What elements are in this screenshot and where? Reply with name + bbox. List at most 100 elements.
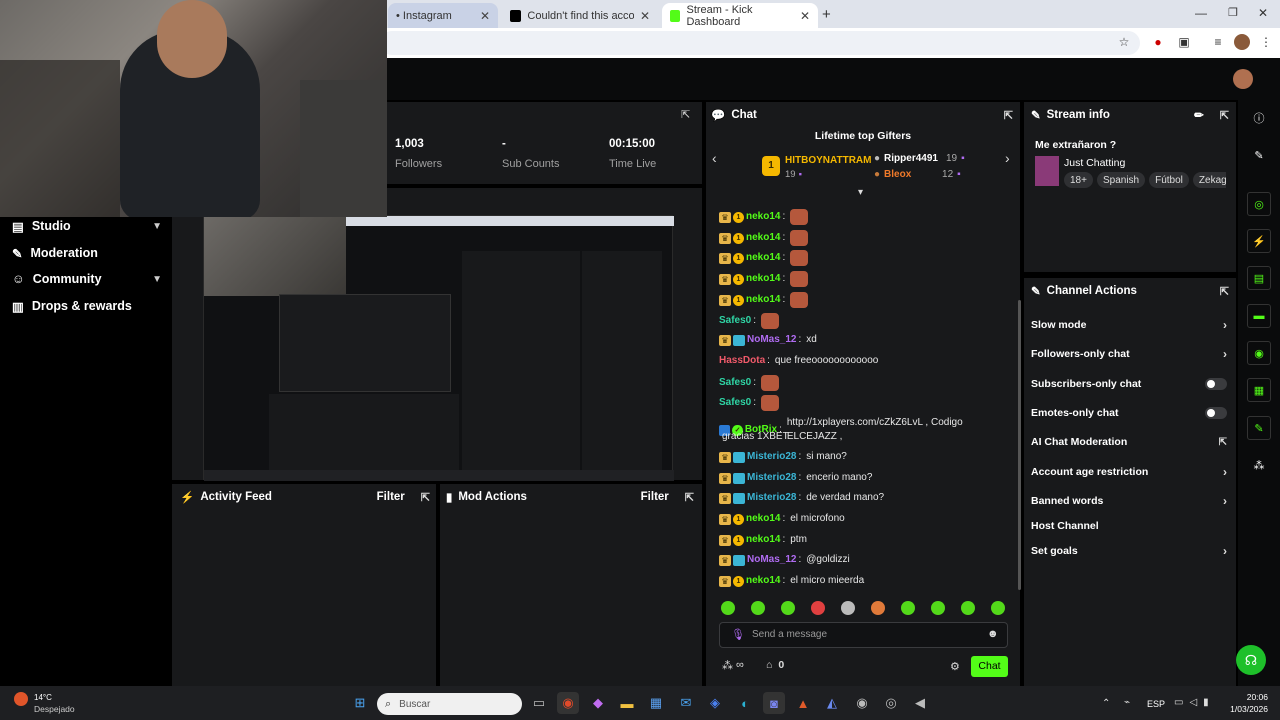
chat-message[interactable]: ♛ 1 neko14: (719, 230, 1009, 246)
top-gifter-name[interactable]: HITBOYNATTRAM (785, 155, 871, 166)
mail-icon[interactable]: ✉ (675, 692, 697, 714)
gear-icon[interactable]: ⚙ (950, 660, 960, 673)
camera-icon[interactable]: ◎ (1247, 192, 1271, 216)
app-icon[interactable]: ◭ (821, 692, 843, 714)
store-icon[interactable]: ▦ (645, 692, 667, 714)
taskbar-search[interactable]: ⌕ Buscar (377, 693, 522, 715)
support-chat-button[interactable]: ☊ (1236, 645, 1266, 675)
browser-tab-kick[interactable]: Stream - Kick Dashboard ✕ (662, 3, 818, 28)
chat-username[interactable]: neko14 (746, 272, 780, 286)
close-window-icon[interactable]: ✕ (1258, 6, 1268, 20)
brave-icon[interactable]: ▲ (792, 692, 814, 714)
channel-action-item[interactable]: Account age restriction › (1031, 462, 1227, 482)
category-name[interactable]: Just Chatting (1064, 157, 1125, 169)
channel-action-item[interactable]: Followers-only chat › (1031, 344, 1227, 364)
channel-action-item[interactable]: Subscribers-only chat (1031, 374, 1227, 394)
microphone-icon[interactable]: 🎙 (731, 628, 745, 641)
browser-tab-instagram[interactable]: • Instagram ✕ (388, 3, 498, 28)
chat-message[interactable]: ♛ 1 neko14: (719, 209, 1009, 225)
popout-icon[interactable]: ⇱ (1220, 285, 1229, 298)
third-gifter[interactable]: ● Bleox 12 ▪ (874, 169, 961, 180)
chat-message[interactable]: ♛ 1 neko14: (719, 292, 1009, 308)
channel-action-item[interactable]: Slow mode › (1031, 315, 1227, 335)
minimize-icon[interactable]: — (1195, 6, 1207, 20)
chat-message[interactable]: ♛ NoMas_12: xd (719, 333, 1009, 347)
chat-message[interactable]: ♛ 1 neko14: el microfono (719, 512, 1009, 526)
sidebar-item-moderation[interactable]: ✎ Moderation (12, 241, 162, 265)
channel-action-item[interactable]: Banned words › (1031, 491, 1227, 511)
extension-icon[interactable]: ● (1150, 34, 1166, 50)
popout-icon[interactable]: ⇱ (1004, 109, 1013, 122)
windows-start-icon[interactable]: ⊞ (349, 692, 371, 714)
chat-message[interactable]: ♛ NoMas_12: @goldizzi (719, 553, 1009, 567)
chat-icon[interactable]: ▬ (1247, 304, 1271, 328)
chat-username[interactable]: Misterio28 (747, 450, 796, 464)
chat-message[interactable]: Safes0: (719, 313, 1009, 329)
chat-message[interactable]: ♛ Misterio28: encerio mano? (719, 471, 1009, 485)
chat-message[interactable]: gracias 1XBET (719, 430, 1009, 444)
app-icon[interactable]: ◀ (909, 692, 931, 714)
chat-username[interactable]: neko14 (746, 231, 780, 245)
channel-action-item[interactable]: Host Channel (1031, 516, 1227, 536)
chat-message[interactable]: ♛ Misterio28: si mano? (719, 450, 1009, 464)
quick-emote-icon[interactable] (961, 601, 975, 615)
wrench-icon[interactable]: ✎ (1247, 416, 1271, 440)
quick-emote-icon[interactable] (871, 601, 885, 615)
sidebar-item-drops[interactable]: ▥ Drops & rewards (12, 294, 162, 318)
chrome-icon[interactable]: ◉ (557, 692, 579, 714)
dropbox-icon[interactable]: ◈ (704, 692, 726, 714)
network-icon[interactable]: ⌁ (1124, 697, 1130, 708)
channel-action-item[interactable]: AI Chat Moderation ⇱ (1031, 432, 1227, 452)
close-icon[interactable]: ✕ (480, 9, 490, 23)
store-button[interactable]: ⌂ 0 (766, 659, 784, 671)
quick-emote-icon[interactable] (781, 601, 795, 615)
quick-emote-icon[interactable] (841, 601, 855, 615)
close-icon[interactable]: ✕ (800, 9, 810, 23)
file-explorer-icon[interactable]: ▬ (616, 692, 638, 714)
emoji-icon[interactable]: ☻ (987, 628, 999, 640)
sidebar-item-studio[interactable]: ▤ Studio ▼ (12, 214, 162, 238)
profile-avatar-icon[interactable] (1234, 34, 1250, 50)
second-gifter[interactable]: ● Ripper4491 19 ▪ (874, 153, 965, 164)
points-icon[interactable]: ⁂ (1247, 453, 1271, 477)
mod-filter-button[interactable]: Filter (641, 491, 669, 503)
system-tray[interactable]: ▭ ◁ ▮ (1174, 697, 1209, 708)
chat-username[interactable]: neko14 (746, 251, 780, 265)
url-bar[interactable] (380, 31, 1140, 55)
quick-emote-icon[interactable] (751, 601, 765, 615)
quick-emote-icon[interactable] (811, 601, 825, 615)
close-icon[interactable]: ✕ (640, 9, 650, 23)
layout-icon[interactable]: ▦ (1247, 378, 1271, 402)
channel-action-item[interactable]: Emotes-only chat (1031, 403, 1227, 423)
copilot-icon[interactable]: ◆ (587, 692, 609, 714)
chat-message[interactable]: HassDota: que freeoooooooooooo (719, 354, 1009, 368)
obs-icon[interactable]: ◎ (880, 692, 902, 714)
chat-username[interactable]: NoMas_12 (747, 333, 796, 347)
user-avatar[interactable] (1233, 69, 1253, 89)
send-chat-button[interactable]: Chat (971, 656, 1008, 677)
chat-message[interactable]: ♛ 1 neko14: (719, 271, 1009, 287)
chat-username[interactable]: neko14 (746, 574, 780, 588)
chat-message[interactable]: ♛ Misterio28: de verdad mano? (719, 491, 1009, 505)
popout-icon[interactable]: ⇱ (681, 108, 690, 121)
menu-dots-icon[interactable]: ⋮ (1258, 34, 1274, 50)
lightning-icon[interactable]: ⚡ (1247, 229, 1271, 253)
channel-points[interactable]: ⁂ ∞ (722, 659, 744, 672)
quick-emote-icon[interactable] (931, 601, 945, 615)
chat-message[interactable]: ♛ 1 neko14: el micro mieerda (719, 574, 1009, 588)
star-icon[interactable]: ☆ (1116, 34, 1132, 50)
chat-username[interactable]: neko14 (746, 533, 780, 547)
chat-username[interactable]: Safes0 (719, 314, 751, 328)
document-icon[interactable]: ▤ (1247, 266, 1271, 290)
popout-icon[interactable]: ⇱ (1220, 109, 1229, 122)
chat-message[interactable]: Safes0: (719, 375, 1009, 391)
new-tab-icon[interactable]: + (822, 6, 831, 23)
chat-username[interactable]: neko14 (746, 210, 780, 224)
chat-username[interactable]: NoMas_12 (747, 553, 796, 567)
quick-emote-icon[interactable] (901, 601, 915, 615)
chat-username[interactable]: Misterio28 (747, 471, 796, 485)
pencil-icon[interactable]: ✎ (1247, 143, 1271, 167)
browser-tab-account[interactable]: Couldn't find this account. Visit✕ (502, 3, 658, 28)
puzzle-icon[interactable]: ▣ (1176, 34, 1192, 50)
info-icon[interactable]: ⓘ (1247, 106, 1271, 130)
